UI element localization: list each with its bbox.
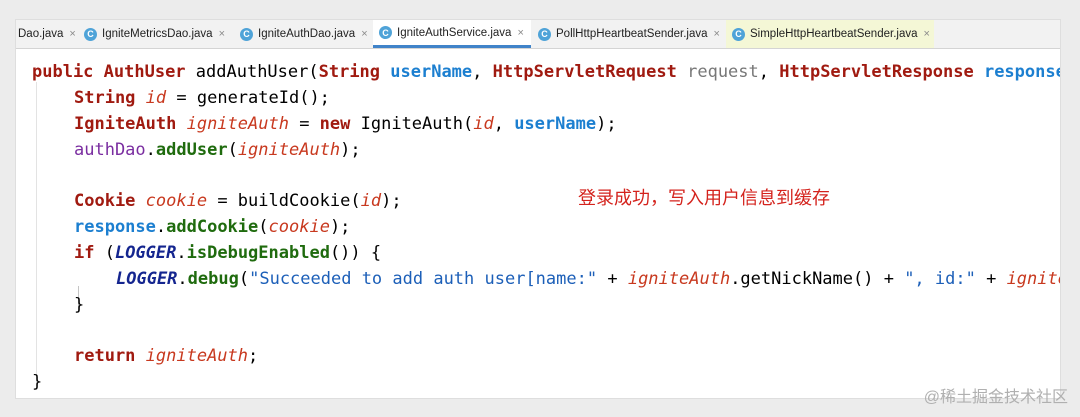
tab-label: Dao.java — [18, 28, 64, 40]
close-icon[interactable]: × — [219, 28, 225, 40]
close-icon[interactable]: × — [69, 28, 75, 40]
class-c-icon: C — [538, 27, 551, 41]
annotation-text: 登录成功，写入用户信息到缓存 — [578, 188, 830, 208]
class-c-icon: C — [240, 27, 253, 41]
code-line-4: authDao.addUser(igniteAuth); — [74, 140, 361, 160]
tab-ignite-auth-service[interactable]: C IgniteAuthService.java × — [373, 20, 531, 48]
tab-simple-http-heartbeat-sender[interactable]: C SimpleHttpHeartbeatSender.java × — [726, 20, 934, 48]
code-line-7: response.addCookie(cookie); — [74, 217, 351, 237]
code-line-13: } — [32, 372, 43, 392]
class-c-icon: C — [84, 27, 97, 41]
tab-label: IgniteMetricsDao.java — [102, 28, 213, 40]
close-icon[interactable]: × — [714, 28, 720, 40]
code-line-8: if (LOGGER.isDebugEnabled()) { — [74, 243, 382, 263]
tab-poll-http-heartbeat-sender[interactable]: C PollHttpHeartbeatSender.java × — [538, 20, 726, 48]
code-line-3: IgniteAuth igniteAuth = new IgniteAuth(i… — [74, 114, 617, 134]
close-icon[interactable]: × — [517, 27, 523, 39]
tab-label: IgniteAuthDao.java — [258, 28, 356, 40]
code-line-10: } — [74, 295, 85, 315]
code-line-9: LOGGER.debug("Succeeded to add auth user… — [116, 269, 1060, 289]
tab-dao[interactable]: Dao.java × — [16, 20, 76, 48]
tab-label: IgniteAuthService.java — [397, 26, 512, 39]
editor-window: Dao.java × C IgniteMetricsDao.java × C I… — [16, 20, 1060, 398]
tab-ignite-auth-dao[interactable]: C IgniteAuthDao.java × — [240, 20, 384, 48]
tab-ignite-metrics-dao[interactable]: C IgniteMetricsDao.java × — [84, 20, 234, 48]
close-icon[interactable]: × — [361, 28, 367, 40]
indent-guide — [36, 82, 37, 386]
tab-label: SimpleHttpHeartbeatSender.java — [750, 28, 918, 40]
code-line-2: String id = generateId(); — [74, 88, 330, 108]
code-editor[interactable]: public AuthUser addAuthUser(String userN… — [16, 48, 1060, 398]
code-line-12: return igniteAuth; — [74, 346, 259, 366]
class-c-icon: C — [379, 26, 392, 39]
class-c-icon: C — [732, 27, 745, 41]
code-line-1: public AuthUser addAuthUser(String userN… — [32, 62, 1060, 82]
tab-label: PollHttpHeartbeatSender.java — [556, 28, 708, 40]
watermark: @稀土掘金技术社区 — [923, 389, 1068, 406]
code-line-6: Cookie cookie = buildCookie(id); — [74, 191, 402, 211]
editor-tab-bar: Dao.java × C IgniteMetricsDao.java × C I… — [16, 20, 1060, 49]
close-icon[interactable]: × — [924, 28, 930, 40]
